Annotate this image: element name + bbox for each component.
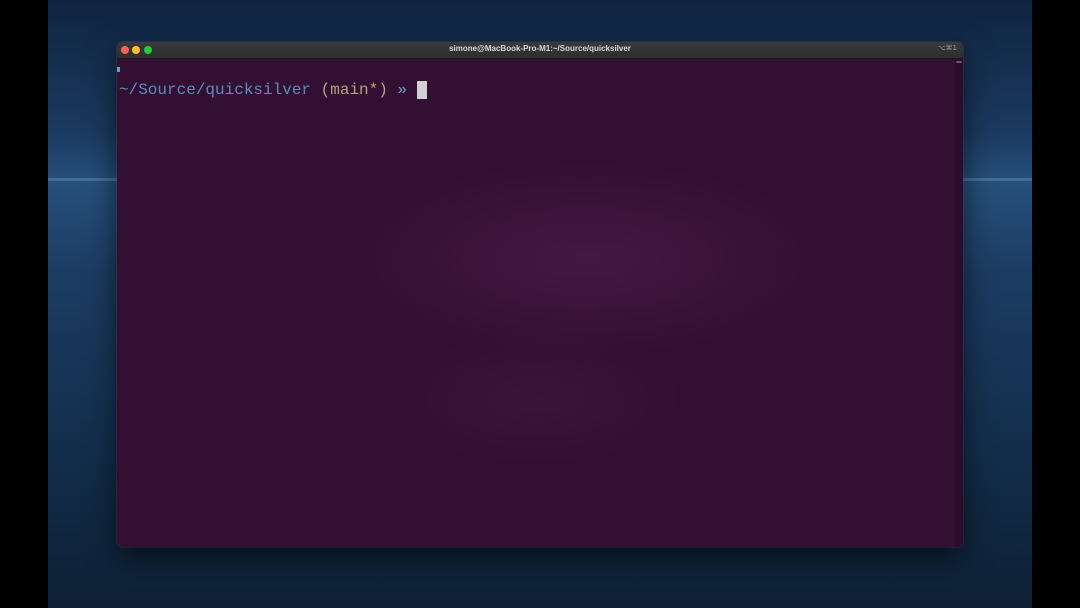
prompt-mark-icon xyxy=(117,67,120,72)
terminal-window[interactable]: simone@MacBook-Pro-M1:~/Source/quicksilv… xyxy=(117,42,963,547)
prompt-dirty-marker: * xyxy=(368,81,379,99)
title-bar[interactable]: simone@MacBook-Pro-M1:~/Source/quicksilv… xyxy=(117,42,963,59)
prompt-branch: main xyxy=(330,81,369,99)
prompt-branch-close: ) xyxy=(378,81,388,99)
window-title: simone@MacBook-Pro-M1:~/Source/quicksilv… xyxy=(449,44,631,53)
text-cursor[interactable] xyxy=(416,81,427,99)
screen: simone@MacBook-Pro-M1:~/Source/quicksilv… xyxy=(0,0,1080,608)
window-shortcut: ⌥⌘1 xyxy=(937,44,957,52)
prompt-path: ~/Source/quicksilver xyxy=(119,81,312,99)
scrollbar-thumb[interactable] xyxy=(956,61,962,63)
prompt-symbol: » xyxy=(387,81,417,99)
shell-prompt: ~/Source/quicksilver (main*) » xyxy=(119,81,427,99)
terminal-content[interactable]: ~/Source/quicksilver (main*) » xyxy=(117,59,963,547)
scrollbar[interactable] xyxy=(955,59,963,547)
prompt-branch-open: ( xyxy=(311,81,331,99)
